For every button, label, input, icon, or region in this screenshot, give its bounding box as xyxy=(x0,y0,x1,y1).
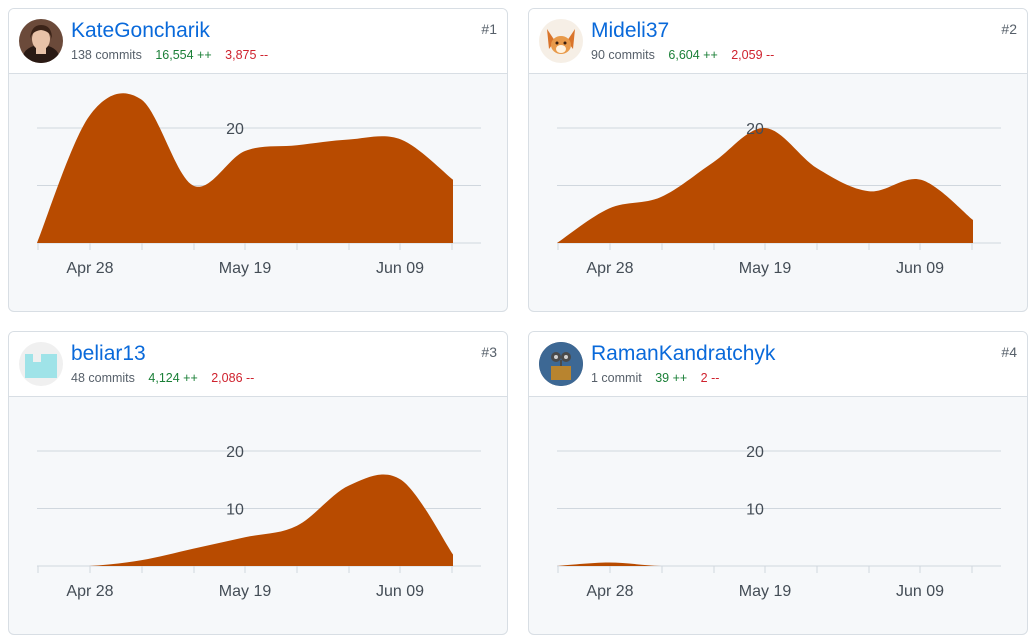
card-header: Mideli37 90 commits 6,604 ++ 2,059 -- #2 xyxy=(529,9,1027,74)
contributor-card: KateGoncharik 138 commits 16,554 ++ 3,87… xyxy=(8,8,508,312)
x-tick-label: Apr 28 xyxy=(586,260,633,277)
contributor-card: RamanKandratchyk 1 commit 39 ++ 2 -- #4 … xyxy=(528,331,1028,635)
card-header: beliar13 48 commits 4,124 ++ 2,086 -- #3 xyxy=(9,332,507,397)
x-tick-label: May 19 xyxy=(219,583,272,600)
y-tick-label: 20 xyxy=(226,444,244,461)
contributor-name-link[interactable]: KateGoncharik xyxy=(71,19,210,43)
commit-count: 138 commits xyxy=(71,48,142,62)
avatar[interactable] xyxy=(19,342,63,386)
avatar-robot-icon xyxy=(539,342,583,386)
card-header: RamanKandratchyk 1 commit 39 ++ 2 -- #4 xyxy=(529,332,1027,397)
contributor-card: beliar13 48 commits 4,124 ++ 2,086 -- #3… xyxy=(8,331,508,635)
deletions-count: 2,059 -- xyxy=(731,48,775,62)
contribution-chart: 20 10 Apr 28 May 19 Jun 09 xyxy=(557,444,1001,600)
x-tick-label: May 19 xyxy=(219,260,272,277)
contributor-stats: 138 commits 16,554 ++ 3,875 -- xyxy=(71,48,268,62)
contributor-stats: 90 commits 6,604 ++ 2,059 -- xyxy=(591,48,774,62)
avatar-portrait-icon xyxy=(19,19,63,63)
rank-label: #1 xyxy=(481,21,497,37)
additions-count: 4,124 ++ xyxy=(148,371,198,385)
deletions-count: 2,086 -- xyxy=(211,371,255,385)
avatar[interactable] xyxy=(539,19,583,63)
avatar-fox-icon xyxy=(539,19,583,63)
card-header: KateGoncharik 138 commits 16,554 ++ 3,87… xyxy=(9,9,507,74)
contributor-card: Mideli37 90 commits 6,604 ++ 2,059 -- #2… xyxy=(528,8,1028,312)
commit-count: 1 commit xyxy=(591,371,642,385)
commit-count: 90 commits xyxy=(591,48,655,62)
rank-label: #3 xyxy=(481,344,497,360)
y-tick-label: 20 xyxy=(226,121,244,138)
additions-count: 16,554 ++ xyxy=(155,48,212,62)
avatar-identicon-icon xyxy=(19,342,63,386)
contributor-name-link[interactable]: Mideli37 xyxy=(591,19,669,43)
y-tick-label: 20 xyxy=(746,121,764,138)
deletions-count: 2 -- xyxy=(700,371,720,385)
x-tick-label: Jun 09 xyxy=(896,260,944,277)
x-tick-label: May 19 xyxy=(739,583,792,600)
deletions-count: 3,875 -- xyxy=(225,48,269,62)
x-tick-label: Apr 28 xyxy=(586,583,633,600)
contributor-name-link[interactable]: RamanKandratchyk xyxy=(591,342,775,366)
additions-count: 6,604 ++ xyxy=(668,48,718,62)
additions-count: 39 ++ xyxy=(655,371,688,385)
contribution-area xyxy=(557,562,973,566)
contribution-area xyxy=(37,474,453,566)
contributor-stats: 48 commits 4,124 ++ 2,086 -- xyxy=(71,371,254,385)
contributor-name-link[interactable]: beliar13 xyxy=(71,342,146,366)
x-tick-label: Apr 28 xyxy=(66,583,113,600)
commit-count: 48 commits xyxy=(71,371,135,385)
x-tick-label: Jun 09 xyxy=(896,583,944,600)
rank-label: #2 xyxy=(1001,21,1017,37)
contribution-chart: 20 Apr 28 May 19 Jun 09 xyxy=(557,121,1001,277)
contribution-chart: 20 Apr 28 May 19 Jun 09 xyxy=(37,93,481,277)
avatar[interactable] xyxy=(539,342,583,386)
x-tick-label: Jun 09 xyxy=(376,260,424,277)
y-tick-label: 20 xyxy=(746,444,764,461)
contribution-area xyxy=(37,93,453,243)
contributor-stats: 1 commit 39 ++ 2 -- xyxy=(591,371,719,385)
avatar[interactable] xyxy=(19,19,63,63)
y-tick-label: 10 xyxy=(746,502,764,519)
x-tick-label: Jun 09 xyxy=(376,583,424,600)
x-tick-label: May 19 xyxy=(739,260,792,277)
x-tick-label: Apr 28 xyxy=(66,260,113,277)
y-tick-label: 10 xyxy=(226,502,244,519)
contribution-chart: 20 10 Apr 28 May 19 Jun 09 xyxy=(37,444,481,600)
rank-label: #4 xyxy=(1001,344,1017,360)
